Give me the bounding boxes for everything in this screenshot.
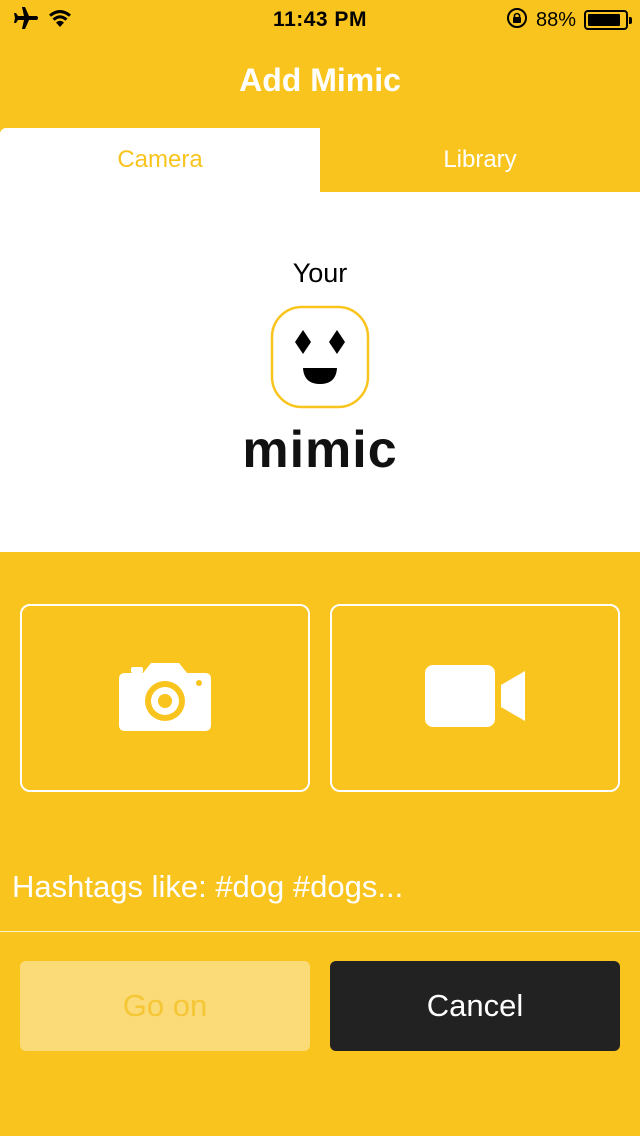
tab-camera[interactable]: Camera xyxy=(0,128,320,192)
record-video-button[interactable] xyxy=(330,604,620,792)
add-mimic-screen: 11:43 PM 88% Add Mimic Camera Library Yo… xyxy=(0,0,640,1136)
cancel-button[interactable]: Cancel xyxy=(330,961,620,1051)
go-on-button[interactable]: Go on xyxy=(20,961,310,1051)
battery-percent: 88% xyxy=(535,8,576,31)
take-photo-button[interactable] xyxy=(20,604,310,792)
camera-icon xyxy=(119,661,211,736)
status-bar: 11:43 PM 88% xyxy=(0,0,640,40)
page-title: Add Mimic xyxy=(239,62,401,98)
input-underline xyxy=(0,931,640,932)
status-left xyxy=(12,6,172,34)
hashtags-input[interactable] xyxy=(12,862,628,912)
status-right: 88% xyxy=(468,7,632,34)
battery-level-fill xyxy=(587,14,620,26)
orientation-lock-icon xyxy=(506,7,528,34)
airplane-icon xyxy=(12,6,38,34)
battery-icon xyxy=(583,10,632,30)
video-camera-icon xyxy=(425,664,525,732)
tab-library[interactable]: Library xyxy=(320,128,640,192)
mimic-logo-text: mimic xyxy=(242,421,398,479)
mimic-preview: Your mimic xyxy=(0,192,640,552)
preview-prefix-label: Your xyxy=(292,258,348,288)
wifi-icon xyxy=(48,9,72,32)
source-tabs: Camera Library xyxy=(0,128,640,192)
status-time: 11:43 PM xyxy=(273,8,367,31)
mimic-face-icon xyxy=(270,305,370,414)
